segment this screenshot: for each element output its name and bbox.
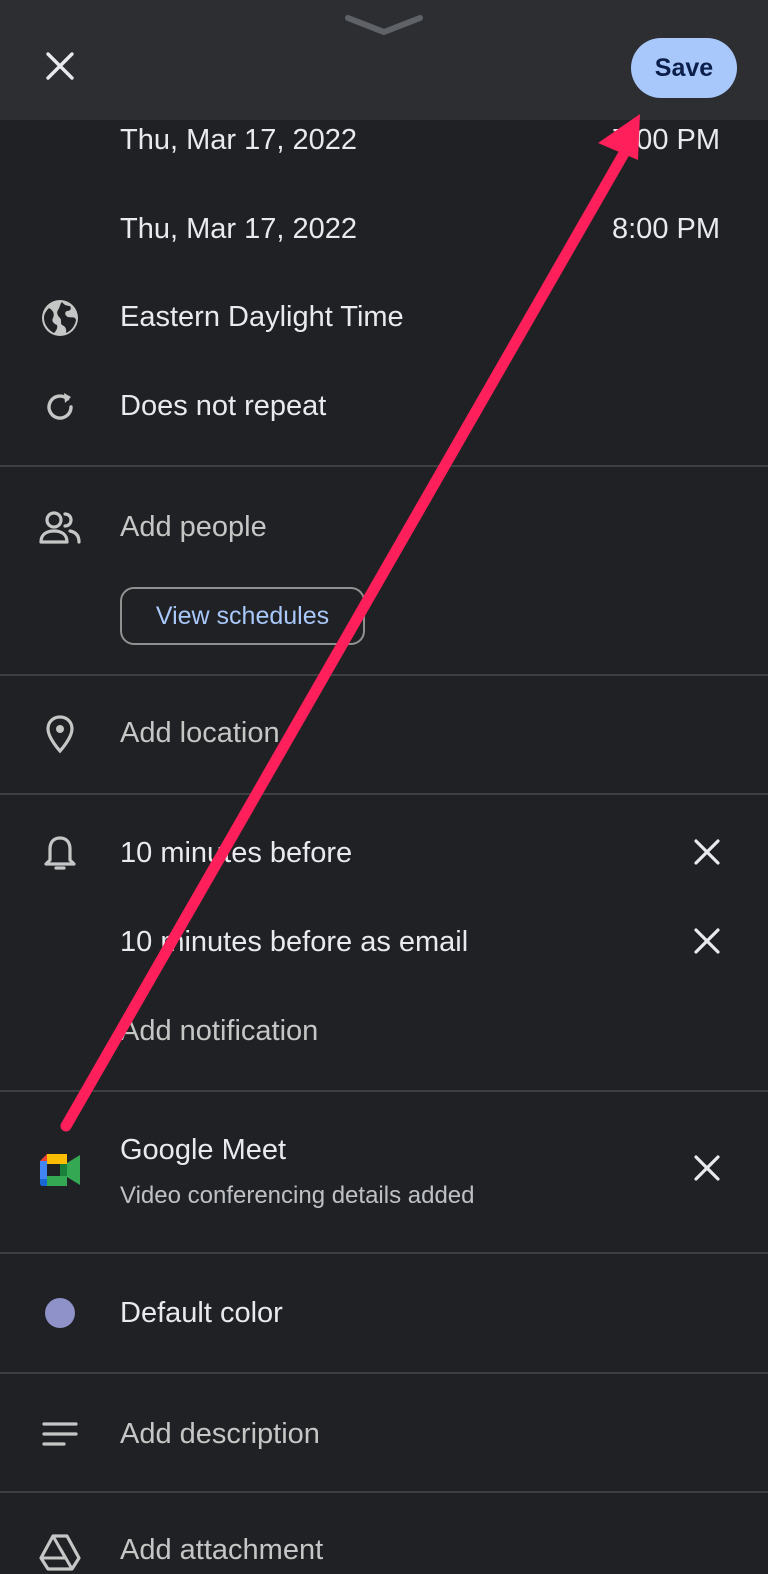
divider bbox=[0, 793, 768, 795]
remove-notification-button[interactable] bbox=[682, 829, 732, 879]
add-notification-button[interactable]: Add notification bbox=[120, 1014, 318, 1048]
divider bbox=[0, 1372, 768, 1374]
start-time[interactable]: 7:00 PM bbox=[612, 123, 720, 157]
add-people-field[interactable]: Add people bbox=[120, 510, 267, 544]
color-swatch bbox=[45, 1298, 75, 1328]
divider bbox=[0, 1252, 768, 1254]
notes-icon bbox=[38, 1412, 82, 1456]
save-button[interactable]: Save bbox=[631, 38, 737, 98]
editor-header: Save bbox=[0, 0, 768, 120]
bell-icon bbox=[38, 832, 82, 876]
drive-icon bbox=[38, 1530, 82, 1574]
close-icon bbox=[45, 51, 75, 86]
meet-subtitle: Video conferencing details added bbox=[120, 1182, 475, 1209]
remove-conferencing-button[interactable] bbox=[682, 1145, 732, 1195]
event-editor-page: Save Thu, Mar 17, 2022 7:00 PM Thu, Mar … bbox=[0, 0, 768, 1574]
add-description-field[interactable]: Add description bbox=[120, 1417, 320, 1451]
end-date[interactable]: Thu, Mar 17, 2022 bbox=[120, 212, 357, 246]
close-icon bbox=[694, 1154, 720, 1186]
close-icon bbox=[694, 927, 720, 959]
people-icon bbox=[38, 506, 82, 550]
add-location-field[interactable]: Add location bbox=[120, 716, 280, 750]
color-label[interactable]: Default color bbox=[120, 1296, 283, 1330]
divider bbox=[0, 1090, 768, 1092]
view-schedules-button[interactable]: View schedules bbox=[120, 587, 365, 645]
close-button[interactable] bbox=[30, 38, 90, 98]
divider bbox=[0, 674, 768, 676]
repeat-icon bbox=[38, 385, 82, 429]
add-attachment-button[interactable]: Add attachment bbox=[120, 1533, 323, 1567]
start-date[interactable]: Thu, Mar 17, 2022 bbox=[120, 123, 357, 157]
meet-title[interactable]: Google Meet bbox=[120, 1133, 286, 1167]
close-icon bbox=[694, 838, 720, 870]
globe-icon bbox=[38, 296, 82, 340]
repeat-label[interactable]: Does not repeat bbox=[120, 389, 326, 423]
notification-item[interactable]: 10 minutes before as email bbox=[120, 925, 468, 959]
remove-notification-button[interactable] bbox=[682, 918, 732, 968]
timezone-label[interactable]: Eastern Daylight Time bbox=[120, 300, 404, 334]
sheet-handle[interactable] bbox=[344, 12, 424, 38]
divider bbox=[0, 1491, 768, 1493]
end-time[interactable]: 8:00 PM bbox=[612, 212, 720, 246]
google-meet-icon bbox=[38, 1148, 82, 1192]
location-pin-icon bbox=[38, 712, 82, 756]
notification-item[interactable]: 10 minutes before bbox=[120, 836, 352, 870]
divider bbox=[0, 465, 768, 467]
